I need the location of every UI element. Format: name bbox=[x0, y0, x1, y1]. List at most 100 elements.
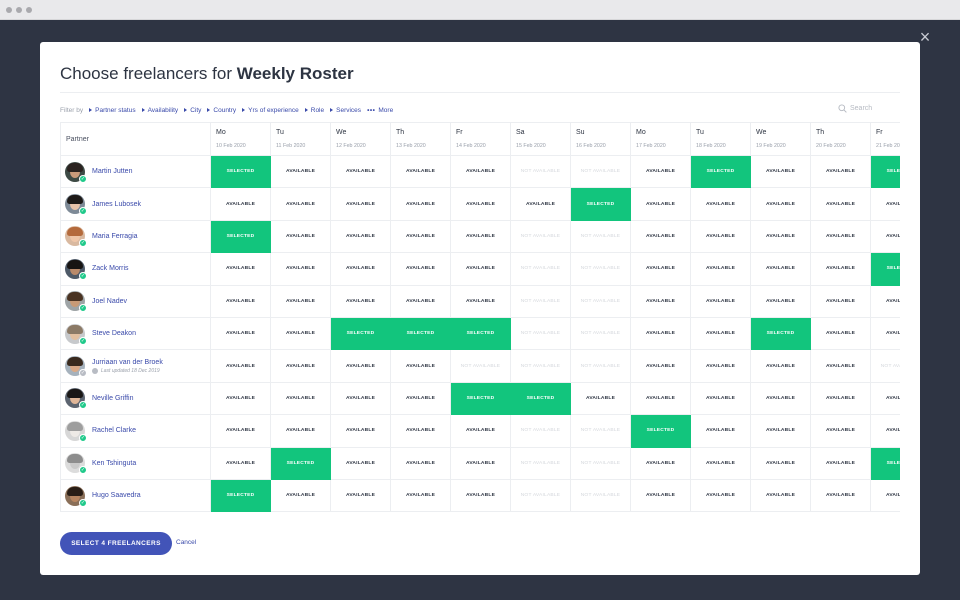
slot-available[interactable]: AVAILABLE bbox=[750, 252, 811, 286]
slot-selected[interactable]: SELECTED bbox=[870, 446, 900, 480]
slot-available[interactable]: AVAILABLE bbox=[750, 446, 811, 480]
slot-available[interactable]: AVAILABLE bbox=[390, 414, 451, 448]
slot-available[interactable]: AVAILABLE bbox=[690, 252, 751, 286]
slot-available[interactable]: AVAILABLE bbox=[390, 252, 451, 286]
slot-selected[interactable]: SELECTED bbox=[330, 316, 391, 351]
slot-available[interactable]: AVAILABLE bbox=[510, 187, 571, 221]
slot-available[interactable]: AVAILABLE bbox=[810, 478, 871, 513]
slot-available[interactable]: AVAILABLE bbox=[390, 219, 451, 254]
slot-available[interactable]: AVAILABLE bbox=[330, 284, 391, 318]
slot-available[interactable]: AVAILABLE bbox=[330, 446, 391, 480]
slot-available[interactable]: AVAILABLE bbox=[690, 478, 751, 513]
slot-available[interactable]: AVAILABLE bbox=[450, 284, 511, 318]
slot-available[interactable]: AVAILABLE bbox=[390, 478, 451, 513]
slot-available[interactable]: AVAILABLE bbox=[390, 446, 451, 480]
filter-availability[interactable]: Availability bbox=[141, 107, 178, 114]
slot-selected[interactable]: SELECTED bbox=[390, 316, 451, 351]
partner-name-link[interactable]: Jurriaan van der Broek bbox=[92, 359, 163, 366]
select-freelancers-button[interactable]: SELECT 4 FREELANCERS bbox=[60, 532, 172, 555]
slot-available[interactable]: AVAILABLE bbox=[330, 219, 391, 254]
slot-available[interactable]: AVAILABLE bbox=[270, 154, 331, 189]
slot-available[interactable]: AVAILABLE bbox=[750, 478, 811, 513]
slot-available[interactable]: AVAILABLE bbox=[750, 219, 811, 254]
slot-available[interactable]: AVAILABLE bbox=[750, 381, 811, 416]
slot-available[interactable]: AVAILABLE bbox=[210, 446, 271, 480]
slot-available[interactable]: AVAILABLE bbox=[210, 381, 271, 416]
slot-available[interactable]: AVAILABLE bbox=[270, 349, 331, 383]
slot-available[interactable]: AVAILABLE bbox=[390, 381, 451, 416]
slot-available[interactable]: AVAILABLE bbox=[630, 154, 691, 189]
partner-name-link[interactable]: Steve Deakon bbox=[92, 330, 136, 337]
slot-available[interactable]: AVAILABLE bbox=[390, 187, 451, 221]
slot-available[interactable]: AVAILABLE bbox=[810, 187, 871, 221]
slot-available[interactable]: AVAILABLE bbox=[330, 381, 391, 416]
slot-available[interactable]: AVAILABLE bbox=[690, 219, 751, 254]
partner-name-link[interactable]: Maria Ferragia bbox=[92, 233, 138, 240]
slot-available[interactable]: AVAILABLE bbox=[690, 446, 751, 480]
slot-available[interactable]: AVAILABLE bbox=[810, 414, 871, 448]
slot-available[interactable]: AVAILABLE bbox=[810, 284, 871, 318]
slot-available[interactable]: AVAILABLE bbox=[270, 187, 331, 221]
slot-available[interactable]: AVAILABLE bbox=[210, 414, 271, 448]
slot-available[interactable]: AVAILABLE bbox=[750, 414, 811, 448]
filter-country[interactable]: Country bbox=[207, 107, 236, 114]
slot-available[interactable]: AVAILABLE bbox=[270, 381, 331, 416]
slot-selected[interactable]: SELECTED bbox=[750, 316, 811, 351]
slot-available[interactable]: AVAILABLE bbox=[450, 154, 511, 189]
slot-available[interactable]: AVAILABLE bbox=[390, 284, 451, 318]
slot-available[interactable]: AVAILABLE bbox=[270, 316, 331, 351]
slot-available[interactable]: AVAILABLE bbox=[630, 252, 691, 286]
slot-available[interactable]: AVAILABLE bbox=[330, 187, 391, 221]
slot-selected[interactable]: SELECTED bbox=[690, 154, 751, 189]
filter-experience[interactable]: Yrs of experience bbox=[242, 107, 299, 114]
slot-available[interactable]: AVAILABLE bbox=[690, 381, 751, 416]
slot-available[interactable]: AVAILABLE bbox=[330, 414, 391, 448]
slot-available[interactable]: AVAILABLE bbox=[450, 219, 511, 254]
slot-available[interactable]: AVAILABLE bbox=[390, 154, 451, 189]
slot-available[interactable]: AVAILABLE bbox=[870, 316, 900, 351]
slot-available[interactable]: AVAILABLE bbox=[270, 414, 331, 448]
partner-name-link[interactable]: Joel Nadev bbox=[92, 298, 127, 305]
slot-selected[interactable]: SELECTED bbox=[570, 187, 631, 221]
slot-available[interactable]: AVAILABLE bbox=[870, 414, 900, 448]
partner-name-link[interactable]: James Lubosek bbox=[92, 201, 141, 208]
slot-available[interactable]: AVAILABLE bbox=[630, 284, 691, 318]
slot-available[interactable]: AVAILABLE bbox=[450, 478, 511, 513]
slot-available[interactable]: AVAILABLE bbox=[450, 187, 511, 221]
slot-available[interactable]: AVAILABLE bbox=[450, 446, 511, 480]
slot-selected[interactable]: SELECTED bbox=[210, 219, 271, 254]
slot-available[interactable]: AVAILABLE bbox=[870, 478, 900, 513]
slot-available[interactable]: AVAILABLE bbox=[330, 154, 391, 189]
slot-selected[interactable]: SELECTED bbox=[870, 252, 900, 286]
partner-name-link[interactable]: Hugo Saavedra bbox=[92, 492, 141, 499]
slot-available[interactable]: AVAILABLE bbox=[390, 349, 451, 383]
slot-available[interactable]: AVAILABLE bbox=[810, 446, 871, 480]
slot-available[interactable]: AVAILABLE bbox=[810, 316, 871, 351]
slot-available[interactable]: AVAILABLE bbox=[330, 478, 391, 513]
slot-selected[interactable]: SELECTED bbox=[450, 316, 511, 351]
slot-available[interactable]: AVAILABLE bbox=[630, 478, 691, 513]
slot-available[interactable]: AVAILABLE bbox=[690, 187, 751, 221]
slot-available[interactable]: AVAILABLE bbox=[330, 252, 391, 286]
slot-available[interactable]: AVAILABLE bbox=[810, 349, 871, 383]
slot-available[interactable]: AVAILABLE bbox=[870, 219, 900, 254]
slot-available[interactable]: AVAILABLE bbox=[690, 284, 751, 318]
slot-available[interactable]: AVAILABLE bbox=[450, 252, 511, 286]
slot-selected[interactable]: SELECTED bbox=[210, 154, 271, 189]
slot-available[interactable]: AVAILABLE bbox=[750, 349, 811, 383]
slot-available[interactable]: AVAILABLE bbox=[630, 381, 691, 416]
filter-services[interactable]: Services bbox=[330, 107, 361, 114]
slot-available[interactable]: AVAILABLE bbox=[210, 252, 271, 286]
slot-available[interactable]: AVAILABLE bbox=[210, 284, 271, 318]
slot-available[interactable]: AVAILABLE bbox=[870, 381, 900, 416]
slot-available[interactable]: AVAILABLE bbox=[690, 349, 751, 383]
filter-city[interactable]: City bbox=[184, 107, 201, 114]
slot-selected[interactable]: SELECTED bbox=[270, 446, 331, 480]
slot-available[interactable]: AVAILABLE bbox=[630, 446, 691, 480]
slot-available[interactable]: AVAILABLE bbox=[630, 187, 691, 221]
filter-more[interactable]: ••• More bbox=[367, 107, 393, 114]
slot-available[interactable]: AVAILABLE bbox=[630, 219, 691, 254]
slot-available[interactable]: AVAILABLE bbox=[630, 316, 691, 351]
slot-available[interactable]: AVAILABLE bbox=[210, 316, 271, 351]
partner-name-link[interactable]: Neville Griffin bbox=[92, 395, 134, 402]
